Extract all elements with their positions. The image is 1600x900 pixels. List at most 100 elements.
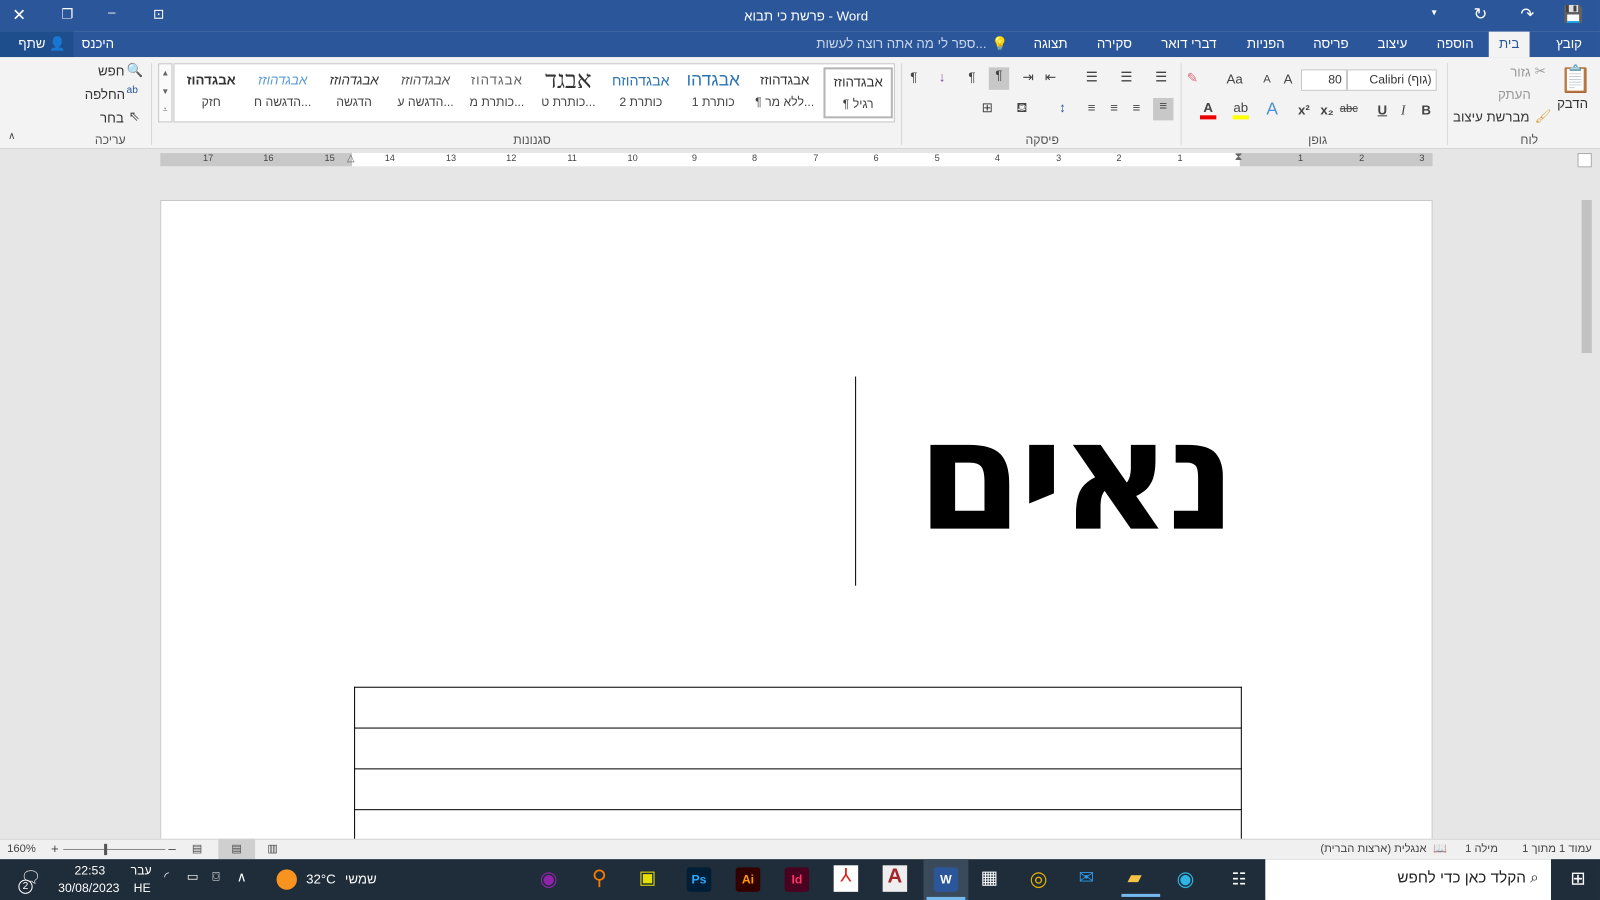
left-indent-marker[interactable]: △ [347,153,355,164]
align-left-icon[interactable]: ≡ [1133,100,1141,115]
show-marks-icon[interactable]: ¶ [910,69,917,84]
lang-label[interactable]: עבר [131,863,152,877]
ltr-direction-icon[interactable]: ¶ [968,69,975,84]
print-layout-icon[interactable]: ▤ [218,838,256,860]
zoom-level[interactable]: 160% [7,843,36,855]
edge-icon[interactable]: ◉ [1177,866,1195,892]
document-page[interactable]: נאים [160,199,1433,852]
center-icon[interactable]: ≡ [1110,100,1118,115]
decrease-indent-icon[interactable]: ⇤ [1045,69,1056,85]
increase-indent-icon[interactable]: ⇥ [1022,69,1033,85]
shrink-font-icon[interactable]: A [1263,73,1270,85]
table-cell[interactable] [354,768,1242,811]
language-status[interactable]: אנגלית (ארצות הברית) [1320,843,1426,855]
acrobat-icon[interactable]: ⅄ [833,865,859,892]
weather-temp[interactable]: 32°C [306,871,336,886]
table-cell[interactable] [354,686,1242,729]
read-mode-icon[interactable]: ▥ [267,842,278,855]
font-name-dropdown[interactable]: Calibri (גוף) [1346,69,1437,91]
restore-icon[interactable]: ❐ [61,6,73,22]
tab-mailings[interactable]: דברי דואר [1161,36,1216,51]
tab-file[interactable]: קובץ [1556,36,1582,51]
zoom-slider[interactable] [63,843,166,856]
format-painter-button[interactable]: מברשת עיצוב [1453,109,1529,124]
clock-time[interactable]: 22:53 [74,863,105,877]
ribbon-display-icon[interactable]: ⊡ [153,6,164,22]
word-taskbar-button[interactable]: W [923,859,969,900]
style-intense-emphasis[interactable]: אבגדהוזז הדגשה ח... [248,67,317,118]
horizontal-ruler[interactable]: ⧗ △ 1 2 3 1 2 3 4 5 6 7 8 9 10 11 12 13 … [160,151,1433,167]
style-title[interactable]: אבגד כותרת ט... [534,67,603,118]
style-subtle-emphasis[interactable]: אבגדהוזז הדגשה ע... [391,67,460,118]
cut-button[interactable]: גזור [1510,64,1530,79]
show-hidden-icons[interactable]: ∧ [237,869,247,885]
illustrator-icon[interactable]: Ai [735,867,761,892]
proofing-icon[interactable]: 📖 [1433,842,1447,855]
italic-button[interactable]: I [1401,102,1405,118]
mail-icon[interactable]: ✉ [1079,867,1094,888]
search-app-icon[interactable]: ⚲ [592,865,607,891]
save-icon[interactable]: 💾 [1563,4,1583,24]
find-button[interactable]: חפש [98,63,125,78]
font-color-icon[interactable]: A [1199,100,1217,120]
access-icon[interactable]: A [882,865,908,892]
font-size-dropdown[interactable]: 80 [1301,69,1347,91]
web-layout-icon[interactable]: ▤ [192,842,203,855]
share-button[interactable]: שתף 👤 [0,31,74,58]
scrollbar-thumb[interactable] [1581,199,1592,354]
tab-home[interactable]: בית [1488,31,1530,58]
zoom-in-button[interactable]: + [51,841,59,856]
ruler-toggle[interactable] [1577,153,1592,168]
styles-scroll[interactable]: ▲ ▼ ⩡ [158,63,173,123]
customize-toolbar-icon[interactable]: ▾ [1432,7,1437,18]
multilevel-list-icon[interactable]: ☰ [1086,69,1098,85]
indesign-icon[interactable]: Id [784,867,810,892]
store-icon[interactable]: ▦ [981,867,998,888]
redo-icon[interactable]: ↻ [1473,4,1487,24]
tab-references[interactable]: הפניות [1247,36,1285,51]
chrome-icon[interactable]: ◎ [1030,866,1048,892]
word-count[interactable]: מילה 1 [1465,843,1498,855]
style-heading-2[interactable]: אבגדהוזח כותרת 2 [606,67,675,118]
lang-code[interactable]: HE [134,881,151,895]
replace-button[interactable]: החלפה [85,87,125,102]
numbering-icon[interactable]: ☰ [1120,69,1132,85]
weather-desc[interactable]: שמשי [345,871,377,886]
justify-icon[interactable]: ≡ [1088,100,1096,115]
align-right-icon[interactable]: ≡ [1153,97,1174,121]
tell-me-search[interactable]: ספר לי מה אתה רוצה לעשות... [816,36,986,51]
superscript-button[interactable]: x² [1298,102,1310,117]
tab-layout[interactable]: פריסה [1313,36,1348,51]
photoshop-icon[interactable]: Ps [686,867,712,892]
undo-icon[interactable]: ↷ [1520,4,1534,24]
style-heading-1[interactable]: אבגדהו כותרת 1 [679,67,748,118]
meet-icon[interactable]: ⌼ [212,869,219,884]
tab-view[interactable]: תצוגה [1034,36,1068,51]
indent-marker[interactable]: ⧗ [1235,151,1243,164]
collapse-ribbon-icon[interactable]: ∧ [8,131,15,142]
text-effects-icon[interactable]: A [1266,99,1278,119]
style-emphasis[interactable]: אבגדהוזז הדגשה [319,67,388,118]
highlight-icon[interactable]: ab [1232,100,1249,120]
subscript-button[interactable]: x₂ [1320,102,1333,117]
sort-icon[interactable]: ↓ [939,69,946,84]
paste-icon[interactable]: 📋 [1559,63,1592,95]
bullets-icon[interactable]: ☰ [1155,69,1167,85]
page-count[interactable]: עמוד 1 מתוך 1 [1522,843,1592,855]
rtl-direction-icon[interactable]: ¶ [988,67,1010,90]
file-explorer-icon[interactable]: ▰ [1121,867,1161,897]
style-strong[interactable]: אבגדהוז חזק [177,67,246,118]
wifi-icon[interactable]: ◜ [164,869,169,883]
tab-design[interactable]: עיצוב [1378,36,1408,51]
zoom-out-button[interactable]: – [168,841,175,856]
bold-button[interactable]: B [1421,102,1431,117]
underline-button[interactable]: U [1378,102,1388,117]
shading-icon[interactable]: ⛾ [1016,100,1027,118]
app-icon-yellow[interactable]: ▣ [639,867,656,888]
grow-font-icon[interactable]: A [1284,71,1293,86]
copy-button[interactable]: העתק [1498,87,1531,102]
chrome-profile-icon[interactable]: ◉ [540,866,558,892]
close-icon[interactable]: ✕ [12,5,26,25]
style-no-spacing[interactable]: אבגדהוזז ¶ ללא מר... [750,67,819,118]
vertical-scrollbar[interactable] [1579,199,1594,839]
